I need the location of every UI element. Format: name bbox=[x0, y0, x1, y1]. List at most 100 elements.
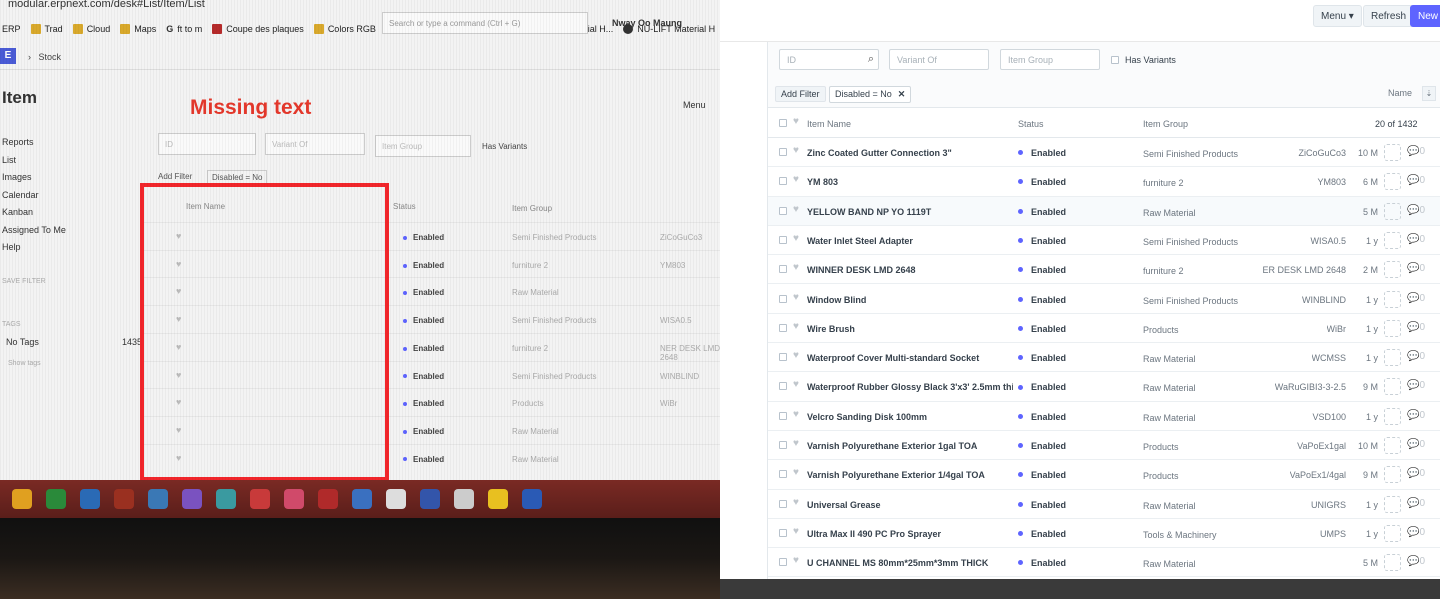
photo-bookmark: Colors RGB bbox=[313, 24, 376, 34]
item-name-link[interactable]: Zinc Coated Gutter Connection 3" bbox=[807, 148, 1013, 158]
item-name-link[interactable]: YELLOW BAND NP YO 1119T bbox=[807, 207, 1013, 217]
sort-order-icon[interactable]: ⇣ bbox=[1422, 86, 1436, 101]
list-item[interactable]: ♥ Velcro Sanding Disk 100mm Enabled Raw Mat… bbox=[768, 402, 1440, 431]
row-checkbox[interactable] bbox=[779, 148, 787, 156]
status-indicator[interactable]: Enabled bbox=[1018, 382, 1066, 392]
list-item[interactable]: ♥ Window Blind Enabled Semi Finished Produc… bbox=[768, 285, 1440, 314]
item-name-link[interactable]: U CHANNEL MS 80mm*25mm*3mm THICK bbox=[807, 558, 1013, 568]
list-item[interactable]: ♥ Waterproof Rubber Glossy Black 3'x3' 2.… bbox=[768, 372, 1440, 402]
heart-icon[interactable]: ♥ bbox=[793, 292, 799, 303]
row-checkbox[interactable] bbox=[779, 558, 787, 567]
item-name-link[interactable]: YM 803 bbox=[807, 177, 1013, 187]
status-indicator[interactable]: Enabled bbox=[1018, 207, 1066, 217]
heart-icon[interactable]: ♥ bbox=[793, 145, 799, 156]
photo-user-name: Nway Oo Maung bbox=[612, 18, 683, 28]
status-indicator[interactable]: Enabled bbox=[1018, 441, 1066, 451]
list-item[interactable]: ♥ Zinc Coated Gutter Connection 3" Enabled… bbox=[768, 138, 1440, 168]
row-checkbox[interactable] bbox=[779, 470, 787, 479]
heart-icon[interactable]: ♥ bbox=[793, 526, 799, 537]
row-checkbox[interactable] bbox=[779, 177, 787, 186]
list-item[interactable]: ♥ U CHANNEL MS 80mm*25mm*3mm THICK Enabled… bbox=[768, 548, 1440, 578]
status-indicator[interactable]: Enabled bbox=[1018, 412, 1066, 422]
heart-icon[interactable]: ♥ bbox=[793, 116, 799, 127]
item-name-link[interactable]: Ultra Max II 490 PC Pro Sprayer bbox=[807, 529, 1013, 539]
heart-icon[interactable]: ♥ bbox=[793, 204, 799, 215]
item-name-link[interactable]: Waterproof Rubber Glossy Black 3'x3' 2.5… bbox=[807, 382, 1013, 392]
comment-count: 💬0 bbox=[1407, 322, 1425, 333]
status-indicator[interactable]: Enabled bbox=[1018, 148, 1066, 158]
modified-time: 1 y bbox=[1365, 353, 1378, 364]
heart-icon[interactable]: ♥ bbox=[793, 467, 799, 478]
list-item[interactable]: ♥ Varnish Polyurethane Exterior 1gal TOA E… bbox=[768, 431, 1440, 461]
status-indicator[interactable]: Enabled bbox=[1018, 265, 1066, 275]
heart-icon[interactable]: ♥ bbox=[793, 321, 799, 332]
list-item[interactable]: ♥ Wire Brush Enabled Products WiBr 1 y 💬0 bbox=[768, 314, 1440, 344]
list-item[interactable]: ♥ Waterproof Cover Multi-standard Socket E… bbox=[768, 343, 1440, 373]
has-variants-checkbox[interactable] bbox=[1111, 56, 1119, 64]
row-checkbox[interactable] bbox=[779, 411, 787, 420]
item-name-link[interactable]: WINNER DESK LMD 2648 bbox=[807, 265, 1013, 275]
row-checkbox[interactable] bbox=[779, 206, 787, 215]
row-checkbox[interactable] bbox=[779, 265, 787, 274]
photo-row-status: Enabled bbox=[403, 344, 444, 353]
item-name-link[interactable]: Velcro Sanding Disk 100mm bbox=[807, 412, 1013, 422]
refresh-button[interactable]: Refresh bbox=[1363, 5, 1415, 27]
add-filter-button[interactable]: Add Filter bbox=[775, 86, 826, 102]
avatar bbox=[1384, 173, 1401, 191]
item-name-link[interactable]: Water Inlet Steel Adapter bbox=[807, 236, 1013, 246]
status-indicator[interactable]: Enabled bbox=[1018, 295, 1066, 305]
heart-icon[interactable]: ♥ bbox=[793, 262, 799, 273]
variant-of-filter-input[interactable]: Variant Of bbox=[889, 49, 989, 70]
heart-icon[interactable]: ♥ bbox=[793, 350, 799, 361]
status-indicator[interactable]: Enabled bbox=[1018, 470, 1066, 480]
row-checkbox[interactable] bbox=[779, 499, 787, 508]
heart-icon[interactable]: ♥ bbox=[793, 555, 799, 566]
select-all-checkbox[interactable] bbox=[779, 119, 787, 127]
heart-icon[interactable]: ♥ bbox=[793, 438, 799, 449]
row-checkbox[interactable] bbox=[779, 294, 787, 303]
has-variants-filter[interactable]: Has Variants bbox=[1111, 55, 1176, 65]
row-checkbox[interactable] bbox=[779, 323, 787, 332]
item-name-link[interactable]: Varnish Polyurethane Exterior 1gal TOA bbox=[807, 441, 1013, 451]
sort-by-button[interactable]: Name bbox=[1388, 88, 1412, 98]
new-button[interactable]: New bbox=[1410, 5, 1440, 27]
heart-icon[interactable]: ♥ bbox=[793, 174, 799, 185]
item-name-link[interactable]: Waterproof Cover Multi-standard Socket bbox=[807, 353, 1013, 363]
status-indicator[interactable]: Enabled bbox=[1018, 236, 1066, 246]
heart-icon[interactable]: ♥ bbox=[793, 379, 799, 390]
heart-icon[interactable]: ♥ bbox=[793, 497, 799, 508]
item-group-filter-input[interactable]: Item Group bbox=[1000, 49, 1100, 70]
list-item[interactable]: ♥ Water Inlet Steel Adapter Enabled Semi Fi… bbox=[768, 226, 1440, 256]
status-indicator[interactable]: Enabled bbox=[1018, 177, 1066, 187]
heart-icon[interactable]: ♥ bbox=[793, 233, 799, 244]
item-name-link[interactable]: Varnish Polyurethane Exterior 1/4gal TOA bbox=[807, 470, 1013, 480]
id-filter-input[interactable]: ID ⌕ bbox=[779, 49, 879, 70]
row-checkbox[interactable] bbox=[779, 528, 787, 537]
status-indicator[interactable]: Enabled bbox=[1018, 558, 1066, 568]
annotation-red-box bbox=[140, 183, 389, 480]
disabled-filter-chip[interactable]: Disabled = No ✕ bbox=[829, 86, 912, 103]
item-name-link[interactable]: Universal Grease bbox=[807, 500, 1013, 510]
row-checkbox[interactable] bbox=[779, 353, 787, 362]
row-checkbox[interactable] bbox=[779, 382, 787, 391]
status-indicator[interactable]: Enabled bbox=[1018, 500, 1066, 510]
list-item[interactable]: ♥ YELLOW BAND NP YO 1119T Enabled Raw Mater… bbox=[768, 196, 1440, 226]
row-checkbox[interactable] bbox=[779, 441, 787, 449]
heart-icon[interactable]: ♥ bbox=[793, 409, 799, 420]
list-item[interactable]: ♥ Ultra Max II 490 PC Pro Sprayer Enabled T… bbox=[768, 519, 1440, 549]
list-item[interactable]: ♥ YM 803 Enabled furniture 2 YM803 6 M 💬0 bbox=[768, 167, 1440, 197]
photo-show-tags: Show tags bbox=[8, 360, 41, 367]
list-item[interactable]: ♥ WINNER DESK LMD 2648 Enabled furniture 2 E… bbox=[768, 255, 1440, 285]
row-checkbox[interactable] bbox=[779, 235, 787, 244]
status-indicator[interactable]: Enabled bbox=[1018, 324, 1066, 334]
comment-icon: 💬 bbox=[1407, 263, 1420, 275]
remove-filter-icon[interactable]: ✕ bbox=[898, 89, 906, 99]
status-indicator[interactable]: Enabled bbox=[1018, 353, 1066, 363]
item-name-link[interactable]: Window Blind bbox=[807, 295, 1013, 305]
menu-button[interactable]: Menu ▾ bbox=[1313, 5, 1362, 27]
modified-time: 1 y bbox=[1365, 411, 1378, 422]
list-item[interactable]: ♥ Universal Grease Enabled Raw Material UNIG… bbox=[768, 490, 1440, 519]
status-indicator[interactable]: Enabled bbox=[1018, 529, 1066, 539]
item-name-link[interactable]: Wire Brush bbox=[807, 324, 1013, 334]
list-item[interactable]: ♥ Varnish Polyurethane Exterior 1/4gal TO… bbox=[768, 460, 1440, 490]
